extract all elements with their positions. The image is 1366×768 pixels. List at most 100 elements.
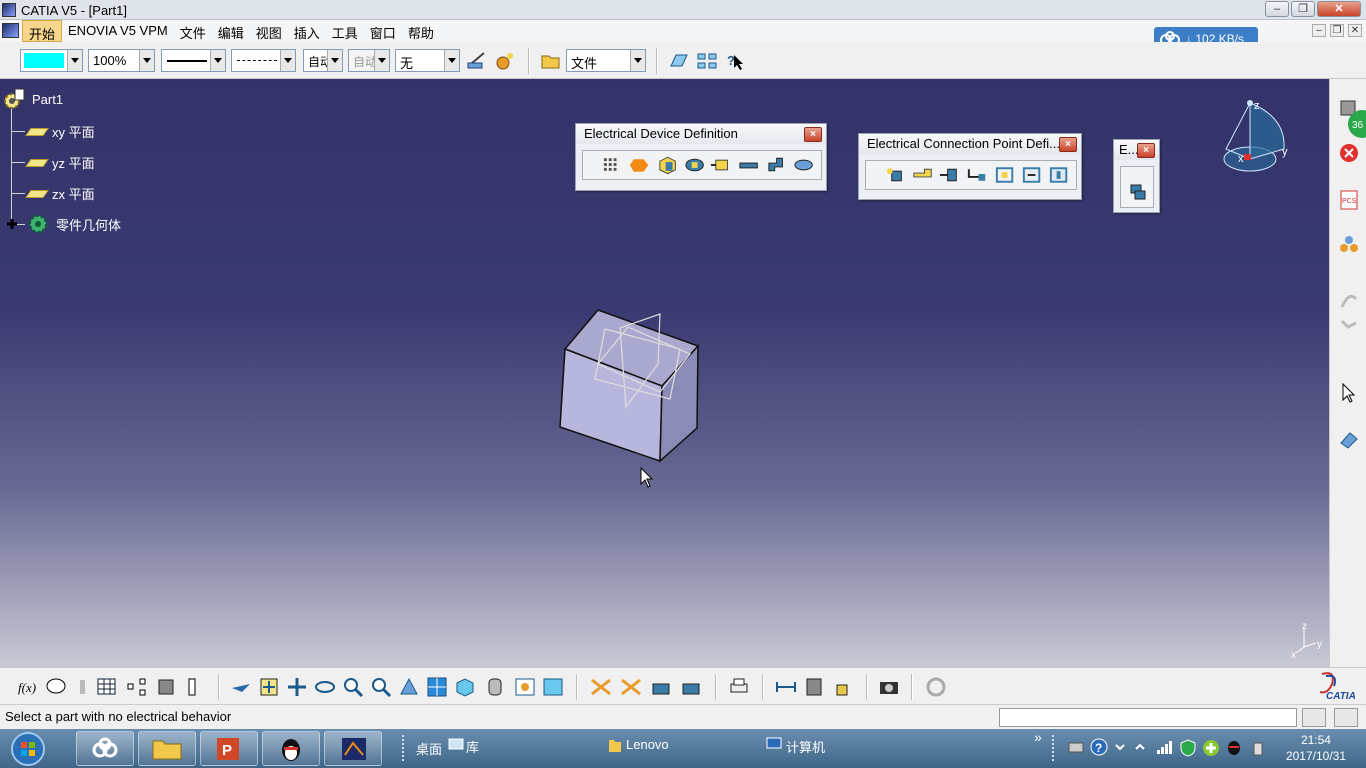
- grid-device-icon[interactable]: [601, 155, 624, 175]
- harness-icon-2[interactable]: [620, 676, 642, 698]
- electrical-connection-point-toolbar[interactable]: Electrical Connection Point Defi... ×: [858, 133, 1082, 200]
- menu-edit[interactable]: 编辑: [212, 20, 250, 42]
- line-type-combo[interactable]: [231, 49, 296, 72]
- termination-icon[interactable]: [1020, 165, 1043, 185]
- zoom-combo[interactable]: 100%: [88, 49, 155, 72]
- tree-item-part-body[interactable]: 零件几何体: [4, 212, 121, 236]
- menu-view[interactable]: 视图: [250, 20, 288, 42]
- small-electrical-toolbar[interactable]: E... ×: [1113, 139, 1160, 213]
- close-button[interactable]: ✕: [1317, 1, 1361, 17]
- menu-file[interactable]: 文件: [174, 20, 212, 42]
- menu-help[interactable]: 帮助: [402, 20, 440, 42]
- mating-point-icon[interactable]: [1047, 165, 1070, 185]
- fit-all-icon[interactable]: [258, 676, 280, 698]
- 3d-viewport[interactable]: Part1 xy 平面 yz 平面 zx 平面 零件几何体 Electrical…: [0, 79, 1329, 667]
- minimize-button[interactable]: –: [1265, 1, 1289, 17]
- tree-item-yz-plane[interactable]: yz 平面: [25, 153, 95, 172]
- close-icon[interactable]: ×: [804, 127, 822, 142]
- doc-close-button[interactable]: ✕: [1348, 24, 1362, 37]
- rotate-icon[interactable]: [314, 676, 336, 698]
- eraser-icon[interactable]: [1338, 429, 1360, 451]
- compass-icon[interactable]: z y x: [1218, 97, 1298, 177]
- hide-show-icon[interactable]: [514, 676, 536, 698]
- filter-combo[interactable]: 无: [395, 49, 460, 72]
- iso-view-icon[interactable]: [454, 676, 476, 698]
- multi-view-icon[interactable]: [426, 676, 448, 698]
- command-input[interactable]: [999, 708, 1297, 727]
- assembly-icon[interactable]: [1338, 234, 1360, 256]
- help-icon[interactable]: ?: [1090, 738, 1108, 756]
- pan-icon[interactable]: [286, 676, 308, 698]
- select-arrow-icon[interactable]: [1338, 382, 1360, 404]
- tree-graph-icon[interactable]: [126, 676, 148, 698]
- taskbar-powerpoint[interactable]: P: [200, 731, 258, 766]
- color-combo[interactable]: [20, 49, 83, 72]
- start-orb-icon[interactable]: [4, 729, 48, 768]
- zoom-out-icon[interactable]: [370, 676, 392, 698]
- doc-minimize-button[interactable]: –: [1312, 24, 1326, 37]
- swap-visible-space-icon[interactable]: [542, 676, 564, 698]
- plug-icon[interactable]: [710, 155, 733, 175]
- menu-window[interactable]: 窗口: [364, 20, 402, 42]
- zoom-in-icon[interactable]: [342, 676, 364, 698]
- tree-root-part[interactable]: Part1: [2, 87, 63, 111]
- taskbar-computer-label[interactable]: 计算机: [786, 737, 825, 756]
- shell-icon[interactable]: [1127, 181, 1149, 203]
- maximize-button[interactable]: ❐: [1291, 1, 1315, 17]
- table-icon[interactable]: [96, 676, 118, 698]
- catalog-icon[interactable]: [155, 676, 177, 698]
- taskbar-qq[interactable]: [262, 731, 320, 766]
- connector-icon[interactable]: [683, 155, 706, 175]
- cavity-connection-icon[interactable]: [993, 165, 1016, 185]
- connector-point-left-icon[interactable]: [938, 165, 961, 185]
- close-icon[interactable]: ×: [1137, 143, 1155, 158]
- menu-tools[interactable]: 工具: [326, 20, 364, 42]
- menu-enovia[interactable]: ENOVIA V5 VPM: [62, 20, 174, 42]
- expand-plus-icon[interactable]: [4, 216, 20, 232]
- qq-tray-icon[interactable]: [1226, 738, 1242, 756]
- system-clock[interactable]: 21:54 2017/10/31: [1286, 732, 1346, 764]
- taskbar-lenovo-label[interactable]: Lenovo: [626, 737, 669, 752]
- tray-arrow-icon[interactable]: [1114, 741, 1126, 753]
- normal-view-icon[interactable]: [398, 676, 420, 698]
- whats-this-help-icon[interactable]: ?: [724, 51, 746, 71]
- bend-icon[interactable]: [1338, 317, 1360, 339]
- layer-combo[interactable]: 自动: [303, 49, 343, 72]
- painter-icon[interactable]: [466, 51, 488, 71]
- stop-red-icon[interactable]: [1338, 142, 1360, 164]
- harness-icon-1[interactable]: [590, 676, 612, 698]
- tree-item-zx-plane[interactable]: zx 平面: [25, 184, 95, 203]
- document-combo[interactable]: 文件: [566, 49, 646, 72]
- formula-icon[interactable]: f(x): [17, 676, 39, 698]
- 3d-box-part[interactable]: [550, 304, 710, 469]
- show-hidden-icons-icon[interactable]: [1134, 741, 1146, 753]
- elbow-connector-icon[interactable]: [765, 155, 788, 175]
- update-icon[interactable]: [925, 676, 947, 698]
- taskbar-catia[interactable]: [324, 731, 382, 766]
- device-icon-2[interactable]: [680, 676, 702, 698]
- line-thickness-combo[interactable]: [161, 49, 226, 72]
- cylinder-connector-icon[interactable]: [792, 155, 815, 175]
- tree-item-xy-plane[interactable]: xy 平面: [25, 122, 95, 141]
- taskbar-desktop-label[interactable]: 桌面: [416, 739, 442, 758]
- straight-pin-icon[interactable]: [737, 155, 760, 175]
- security-shield-icon[interactable]: [1180, 739, 1196, 757]
- material-icon[interactable]: [494, 51, 516, 71]
- status-button-2[interactable]: [1334, 708, 1358, 727]
- taskbar-explorer[interactable]: [138, 731, 196, 766]
- green-status-icon[interactable]: 36: [1348, 109, 1366, 139]
- lock-icon[interactable]: [831, 676, 853, 698]
- open-folder-icon[interactable]: [540, 51, 562, 71]
- cube-device-icon[interactable]: [656, 155, 679, 175]
- distance-icon[interactable]: [775, 676, 797, 698]
- document-menu-icon[interactable]: [2, 23, 19, 38]
- doc-restore-button[interactable]: ❐: [1330, 24, 1344, 37]
- taskbar-library-label[interactable]: 库: [466, 737, 479, 756]
- orange-hexagon-icon[interactable]: [628, 155, 651, 175]
- menu-insert[interactable]: 插入: [288, 20, 326, 42]
- shading-icon[interactable]: [484, 676, 506, 698]
- bundle-connection-icon[interactable]: [965, 165, 988, 185]
- comment-icon[interactable]: [45, 676, 67, 698]
- save-icon[interactable]: [803, 676, 825, 698]
- pcs-icon[interactable]: PCS: [1338, 189, 1360, 211]
